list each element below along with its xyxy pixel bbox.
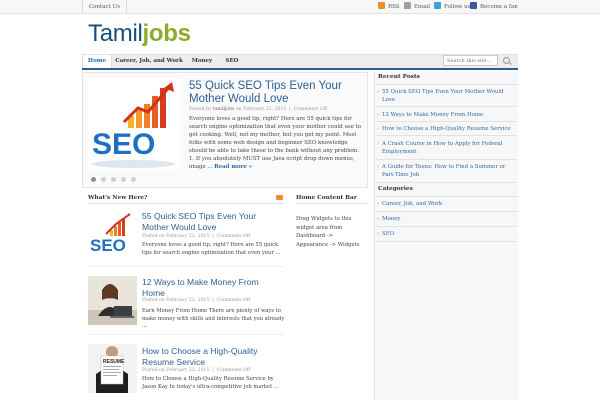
nav-seo[interactable]: SEO bbox=[220, 55, 244, 68]
slider-dot[interactable] bbox=[131, 177, 136, 182]
featured-seo-image[interactable]: SEO bbox=[88, 78, 180, 170]
home-content-bar-text: Drag Widgets to this widget area from Da… bbox=[296, 216, 360, 248]
post-title[interactable]: 55 Quick SEO Tips Even Your Mother Would… bbox=[142, 211, 272, 232]
rss-icon[interactable] bbox=[276, 195, 283, 200]
divider bbox=[374, 135, 518, 136]
post-meta-date: Posted on February 22, 2015 bbox=[142, 298, 210, 303]
rss-label: RSS bbox=[388, 4, 400, 10]
read-more-link[interactable]: Read more » bbox=[214, 164, 252, 170]
post-thumb-text: SEO bbox=[90, 236, 126, 255]
nav-home[interactable]: Home bbox=[82, 55, 112, 68]
featured-meta-posted: Posted by bbox=[189, 107, 212, 112]
search-input[interactable] bbox=[443, 55, 498, 66]
whats-new-heading: What's New Here? bbox=[88, 193, 284, 204]
categories-heading: Categories bbox=[378, 186, 413, 192]
post-meta-comments: Comments Off bbox=[216, 234, 251, 239]
divider bbox=[374, 182, 518, 183]
post-meta-comments: Comments Off bbox=[216, 298, 251, 303]
recent-post-link[interactable]: 55 Quick SEO Tips Even Your Mother Would… bbox=[377, 88, 512, 104]
featured-excerpt-text: Everyone loves a good tip, right? Here a… bbox=[189, 116, 362, 170]
slider-dot[interactable] bbox=[101, 177, 106, 182]
featured-meta-comments: Comments Off bbox=[293, 107, 327, 112]
home-content-bar-heading: Home Content Bar bbox=[296, 193, 368, 204]
email-icon bbox=[404, 2, 411, 9]
rss-icon bbox=[378, 2, 385, 9]
nav-underline bbox=[82, 68, 518, 70]
twitter-link[interactable]: Follow us bbox=[434, 0, 470, 14]
recent-post-link[interactable]: 12 Ways to Make Money From Home bbox=[377, 111, 512, 119]
divider bbox=[88, 334, 284, 335]
post-meta: Posted on February 22, 2015 | Comments O… bbox=[142, 368, 251, 373]
post-meta-date: Posted on February 22, 2015 bbox=[142, 234, 210, 239]
category-link[interactable]: Career, Job, and Work bbox=[377, 200, 512, 208]
slider-dot[interactable] bbox=[91, 177, 96, 182]
post-excerpt: How to Choose a High-Quality Resume Serv… bbox=[142, 376, 279, 390]
divider bbox=[374, 106, 518, 107]
facebook-icon bbox=[470, 2, 477, 9]
recent-posts-heading: Recent Posts bbox=[378, 74, 420, 80]
twitter-icon bbox=[434, 2, 441, 9]
post-excerpt: Everyone loves a good tip, right? Here a… bbox=[142, 242, 281, 256]
email-label: Email bbox=[414, 4, 431, 10]
divider bbox=[374, 121, 518, 122]
featured-excerpt: Everyone loves a good tip, right? Here a… bbox=[189, 115, 365, 171]
nav-career-job-work[interactable]: Career, Job, and Work bbox=[114, 55, 184, 68]
post-title[interactable]: 12 Ways to Make Money From Home bbox=[142, 277, 272, 298]
slider-dot[interactable] bbox=[121, 177, 126, 182]
logo-part-1: Tamil bbox=[88, 20, 143, 47]
post-thumb-resume[interactable]: RESUME bbox=[88, 344, 137, 393]
recent-post-link[interactable]: A Guide for Teens: How to Find a Summer … bbox=[377, 163, 512, 179]
divider bbox=[374, 84, 518, 85]
divider bbox=[374, 226, 518, 227]
post-meta-comments: Comments Off bbox=[216, 368, 251, 373]
site-logo[interactable]: Tamiljobs bbox=[88, 20, 191, 48]
facebook-label: Become a fan bbox=[480, 4, 518, 10]
post-thumb-woman-laptop[interactable] bbox=[88, 276, 137, 325]
featured-image-text: SEO bbox=[92, 128, 155, 161]
divider bbox=[374, 159, 518, 160]
post-meta: Posted on February 22, 2015 | Comments O… bbox=[142, 234, 251, 239]
nav-money[interactable]: Money bbox=[188, 55, 216, 68]
divider bbox=[374, 196, 518, 197]
email-link[interactable]: Email bbox=[404, 0, 430, 14]
category-link[interactable]: Money bbox=[377, 215, 512, 223]
rss-link[interactable]: RSS bbox=[378, 0, 400, 14]
divider bbox=[374, 241, 518, 242]
featured-meta: Posted by tamiljobs on February 22, 2015… bbox=[189, 107, 327, 112]
category-link[interactable]: SEO bbox=[377, 230, 512, 238]
post-meta: Posted on February 22, 2015 | Comments O… bbox=[142, 298, 251, 303]
search-icon[interactable] bbox=[503, 57, 510, 64]
post-meta-date: Posted on February 22, 2015 bbox=[142, 368, 210, 373]
post-excerpt: Earn Money From Home There are plenty of… bbox=[142, 308, 285, 329]
featured-title[interactable]: 55 Quick SEO Tips Even Your Mother Would… bbox=[189, 80, 364, 106]
featured-author-link[interactable]: tamiljobs bbox=[213, 107, 234, 112]
recent-post-link[interactable]: How to Choose a High-Quality Resume Serv… bbox=[377, 125, 512, 133]
facebook-link[interactable]: Become a fan bbox=[470, 0, 518, 14]
divider bbox=[88, 266, 284, 267]
recent-post-link[interactable]: A Crash Course in How to Apply for Feder… bbox=[377, 140, 512, 156]
contact-us-link[interactable]: Contact Us bbox=[82, 0, 128, 14]
resume-thumb-text: RESUME bbox=[103, 359, 125, 365]
slider-dot[interactable] bbox=[111, 177, 116, 182]
post-thumb-seo[interactable]: SEO bbox=[88, 210, 137, 259]
twitter-label: Follow us bbox=[444, 4, 471, 10]
logo-part-2: jobs bbox=[142, 20, 191, 47]
featured-meta-date: on February 22, 2015 bbox=[235, 107, 287, 112]
divider bbox=[374, 211, 518, 212]
post-title[interactable]: How to Choose a High-Quality Resume Serv… bbox=[142, 346, 272, 367]
